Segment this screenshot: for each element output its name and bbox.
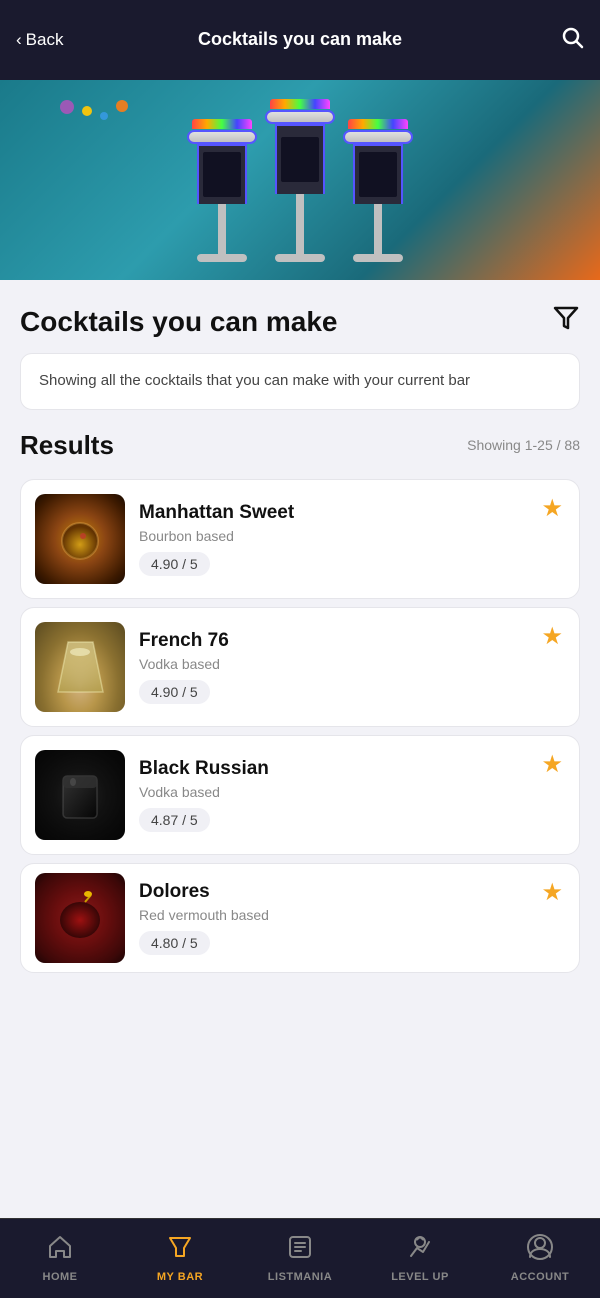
- cocktail-base: Bourbon based: [139, 528, 565, 544]
- bubble-blue: [100, 112, 108, 120]
- results-header: Results Showing 1-25 / 88: [0, 410, 600, 471]
- cocktail-image: [35, 750, 125, 840]
- home-icon: [47, 1234, 73, 1267]
- nav-mybar-label: MY BAR: [157, 1271, 203, 1283]
- info-text: Showing all the cocktails that you can m…: [39, 370, 561, 393]
- stool-base-3: [353, 254, 403, 262]
- nav-levelup-label: LEVEL UP: [391, 1271, 449, 1283]
- back-chevron-icon: ‹: [16, 30, 22, 50]
- cocktail-card[interactable]: Black Russian Vodka based 4.87 / 5 ★: [20, 735, 580, 855]
- listmania-icon: [287, 1234, 313, 1267]
- stool-top-2: [270, 99, 330, 109]
- hero-decoration: [60, 100, 128, 120]
- cocktail-info: French 76 Vodka based 4.90 / 5: [139, 630, 565, 704]
- cocktail-name: French 76: [139, 630, 565, 652]
- cocktail-base: Vodka based: [139, 656, 565, 672]
- cocktail-card[interactable]: French 76 Vodka based 4.90 / 5 ★: [20, 607, 580, 727]
- nav-account[interactable]: ACCOUNT: [480, 1234, 600, 1283]
- stool-leg-3: [374, 204, 382, 254]
- results-title: Results: [20, 430, 114, 461]
- cocktail-image: [35, 494, 125, 584]
- bottom-navigation: HOME MY BAR LISTMANIA LEVE: [0, 1218, 600, 1298]
- favorite-star-icon[interactable]: ★: [541, 750, 563, 779]
- cocktail-image: [35, 873, 125, 963]
- favorite-star-icon[interactable]: ★: [541, 622, 563, 651]
- bar-stool-1: [187, 119, 257, 262]
- search-button[interactable]: [560, 25, 584, 55]
- stool-back-2: [275, 124, 325, 194]
- cocktail-info: Dolores Red vermouth based 4.80 / 5: [139, 881, 565, 955]
- cocktail-list: Manhattan Sweet Bourbon based 4.90 / 5 ★…: [0, 479, 600, 973]
- stool-screen-3: [359, 152, 397, 197]
- nav-account-label: ACCOUNT: [511, 1271, 570, 1283]
- back-button[interactable]: ‹ Back: [16, 30, 63, 50]
- stool-screen-2: [281, 137, 319, 182]
- stool-seat-3: [343, 130, 413, 144]
- nav-home[interactable]: HOME: [0, 1234, 120, 1283]
- cocktail-base: Red vermouth based: [139, 907, 565, 923]
- main-content: Cocktails you can make Showing all the c…: [0, 280, 600, 1061]
- nav-levelup[interactable]: LEVEL UP: [360, 1234, 480, 1283]
- stool-leg-2: [296, 194, 304, 254]
- header: ‹ Back Cocktails you can make: [0, 0, 600, 80]
- cocktail-name: Manhattan Sweet: [139, 502, 565, 524]
- results-count: Showing 1-25 / 88: [467, 437, 580, 453]
- stool-base-2: [275, 254, 325, 262]
- cocktail-name: Black Russian: [139, 758, 565, 780]
- cocktail-rating: 4.90 / 5: [139, 552, 210, 576]
- cocktail-card[interactable]: Dolores Red vermouth based 4.80 / 5 ★: [20, 863, 580, 973]
- bubble-yellow: [82, 106, 92, 116]
- stool-screen-1: [203, 152, 241, 197]
- cocktail-rating: 4.90 / 5: [139, 680, 210, 704]
- levelup-icon: [407, 1234, 433, 1267]
- stool-back-3: [353, 144, 403, 204]
- cocktail-rating: 4.80 / 5: [139, 931, 210, 955]
- stool-base-1: [197, 254, 247, 262]
- cocktail-image: [35, 622, 125, 712]
- back-label: Back: [26, 30, 64, 50]
- cocktail-card[interactable]: Manhattan Sweet Bourbon based 4.90 / 5 ★: [20, 479, 580, 599]
- cocktail-name: Dolores: [139, 881, 565, 903]
- bar-stool-2: [265, 99, 335, 262]
- nav-home-label: HOME: [43, 1271, 78, 1283]
- favorite-star-icon[interactable]: ★: [541, 878, 563, 907]
- bar-stool-3: [343, 119, 413, 262]
- hero-banner: [0, 80, 600, 280]
- cocktail-info: Black Russian Vodka based 4.87 / 5: [139, 758, 565, 832]
- header-title: Cocktails you can make: [198, 28, 402, 51]
- section-header: Cocktails you can make: [0, 280, 600, 339]
- stool-seat-2: [265, 110, 335, 124]
- hero-illustration: [187, 99, 413, 262]
- stool-back-1: [197, 144, 247, 204]
- bubble-orange: [116, 100, 128, 112]
- cocktail-base: Vodka based: [139, 784, 565, 800]
- mybar-icon: [167, 1234, 193, 1267]
- cocktail-info: Manhattan Sweet Bourbon based 4.90 / 5: [139, 502, 565, 576]
- nav-listmania-label: LISTMANIA: [268, 1271, 332, 1283]
- info-box: Showing all the cocktails that you can m…: [20, 353, 580, 410]
- section-title: Cocktails you can make: [20, 305, 337, 339]
- nav-listmania[interactable]: LISTMANIA: [240, 1234, 360, 1283]
- stool-leg-1: [218, 204, 226, 254]
- account-icon: [527, 1234, 553, 1267]
- stool-seat-1: [187, 130, 257, 144]
- nav-mybar[interactable]: MY BAR: [120, 1234, 240, 1283]
- filter-button[interactable]: [552, 304, 580, 339]
- stool-top-3: [348, 119, 408, 129]
- cocktail-rating: 4.87 / 5: [139, 808, 210, 832]
- stool-top-1: [192, 119, 252, 129]
- bubble-purple: [60, 100, 74, 114]
- favorite-star-icon[interactable]: ★: [541, 494, 563, 523]
